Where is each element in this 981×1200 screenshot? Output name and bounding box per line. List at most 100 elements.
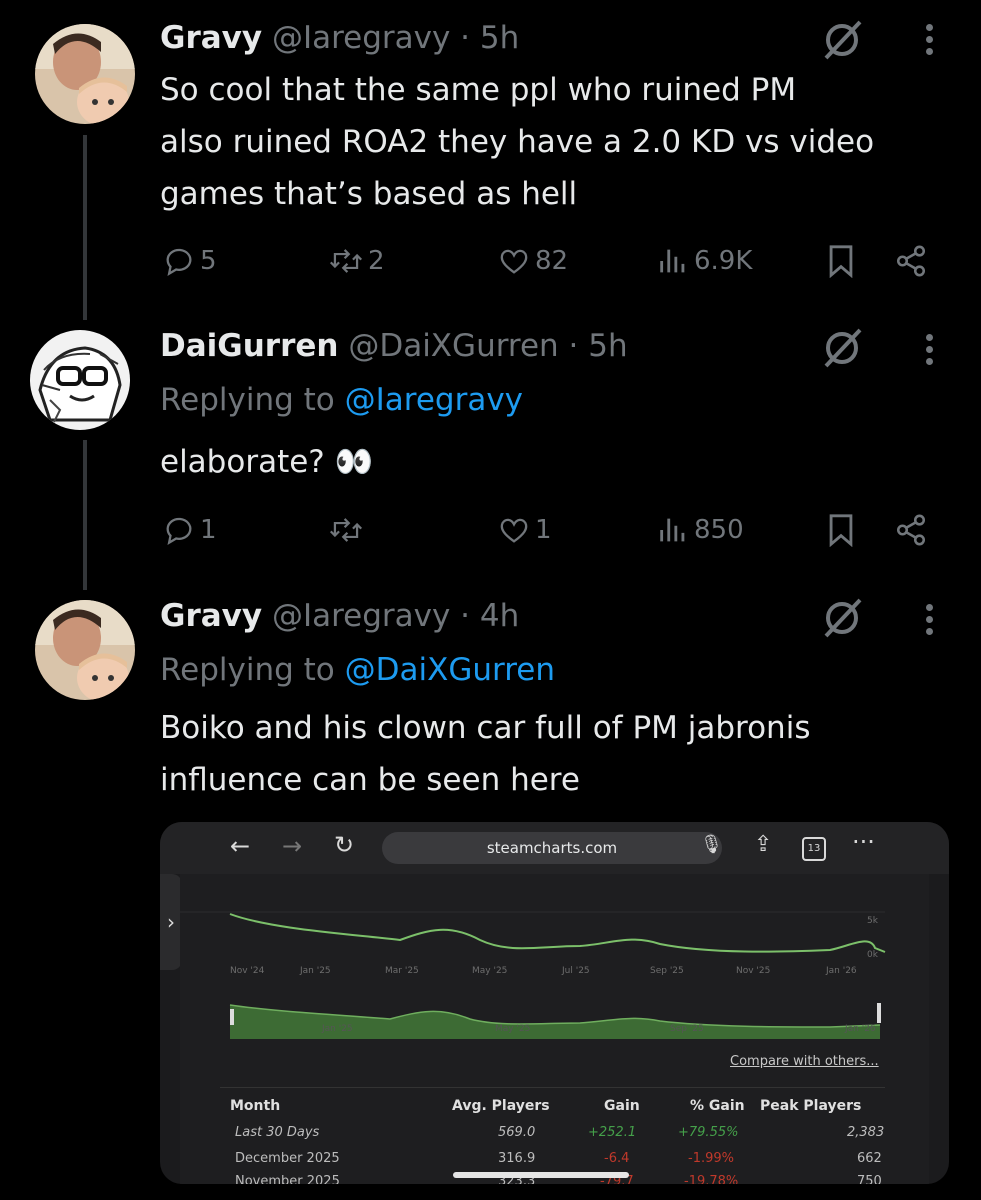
tweet-text-line: influence can be seen here — [160, 762, 580, 798]
thread-line — [83, 440, 87, 590]
like-count: 1 — [535, 515, 552, 545]
cell-pct-gain: -19.78% — [684, 1174, 739, 1184]
attached-image[interactable]: ← → ↻ steamcharts.com 🎙 ⇪ 13 ··· › 5k 0k… — [160, 822, 949, 1184]
grok-icon[interactable] — [820, 326, 864, 370]
avatar-gravy[interactable] — [35, 600, 135, 700]
tweet-text: elaborate? 👀 — [160, 444, 374, 480]
share-icon[interactable] — [893, 244, 929, 278]
retweet-icon — [329, 518, 363, 542]
back-arrow-icon: ← — [230, 832, 251, 860]
views-button[interactable]: 6.9K — [656, 244, 752, 278]
compare-link[interactable]: Compare with others... — [730, 1054, 879, 1069]
reply-icon — [166, 517, 192, 546]
cell-pct-gain: +79.55% — [678, 1125, 739, 1140]
navigator-chart — [229, 1003, 881, 1039]
views-icon — [660, 249, 685, 273]
y-tick-label: 0k — [867, 950, 878, 960]
table-divider — [220, 1087, 885, 1088]
view-count: 850 — [694, 515, 744, 545]
reload-icon: ↻ — [334, 831, 355, 859]
display-name[interactable]: Gravy — [160, 598, 262, 634]
handle-time[interactable]: @DaiXGurren · 5h — [348, 328, 627, 364]
navigator-label: Jan '25 — [322, 1024, 353, 1034]
tab-count-badge: 13 — [802, 837, 826, 861]
replying-to: Replying to @DaiXGurren — [160, 652, 555, 688]
replying-to-label: Replying to — [160, 382, 345, 418]
avatar-gravy[interactable] — [35, 24, 135, 124]
cell-gain: +252.1 — [588, 1125, 637, 1140]
display-name[interactable]: Gravy — [160, 20, 262, 56]
microphone-icon: 🎙 — [700, 834, 723, 855]
navigator-label: Sep '25 — [670, 1024, 704, 1034]
sidebar-toggle: › — [160, 874, 182, 970]
tab-count: 13 — [807, 843, 821, 854]
tweet-text-line: also ruined ROA2 they have a 2.0 KD vs v… — [160, 124, 875, 160]
tweet-text-line: Boiko and his clown car full of PM jabro… — [160, 710, 811, 746]
retweet-button[interactable] — [328, 513, 368, 547]
header-peak-players: Peak Players — [760, 1098, 862, 1114]
reply-button[interactable]: 5 — [162, 244, 217, 278]
cell-avg: 569.0 — [498, 1125, 536, 1140]
x-tick-label: May '25 — [472, 966, 508, 976]
view-count: 6.9K — [694, 246, 753, 276]
cell-pct-gain: -1.99% — [688, 1151, 734, 1166]
retweet-button[interactable]: 2 — [328, 244, 385, 278]
mention-link[interactable]: @DaiXGurren — [345, 652, 555, 688]
x-tick-label: Jan '26 — [826, 966, 857, 976]
share-page-icon: ⇪ — [754, 832, 773, 857]
replying-to: Replying to @Iaregravy — [160, 382, 523, 418]
y-tick-label: 5k — [867, 916, 878, 926]
views-icon — [660, 518, 685, 542]
grok-icon[interactable] — [820, 18, 864, 62]
cell-peak: 662 — [857, 1151, 882, 1166]
x-tick-label: Jul '25 — [562, 966, 590, 976]
cell-peak: 2,383 — [847, 1125, 885, 1140]
tweet-text-line: games that’s based as hell — [160, 176, 578, 212]
browser-toolbar: ← → ↻ steamcharts.com 🎙 ⇪ 13 ··· — [160, 822, 949, 874]
reply-button[interactable]: 1 — [162, 513, 217, 547]
home-indicator — [453, 1172, 629, 1178]
cell-peak: 750 — [857, 1174, 882, 1184]
like-count: 82 — [535, 246, 569, 276]
cell-gain: -6.4 — [604, 1151, 630, 1166]
more-options-icon[interactable] — [926, 334, 936, 370]
x-tick-label: Jan '25 — [300, 966, 331, 976]
bookmark-icon[interactable] — [826, 244, 856, 278]
tweet-text: Boiko and his clown car full of PM jabro… — [160, 702, 960, 806]
handle-time[interactable]: @Iaregravy · 5h — [272, 20, 519, 56]
header-pct-gain: % Gain — [690, 1098, 745, 1114]
views-button[interactable]: 850 — [656, 513, 744, 547]
tweet-header: DaiGurren @DaiXGurren · 5h — [160, 328, 628, 364]
navigator-label: Jan '26 — [845, 1024, 876, 1034]
tweet-header: Gravy @Iaregravy · 5h — [160, 20, 519, 56]
menu-dots-icon: ··· — [852, 828, 875, 856]
more-options-icon[interactable] — [926, 604, 936, 640]
heart-icon — [500, 249, 528, 274]
cell-month: November 2025 — [235, 1174, 340, 1184]
header-month: Month — [230, 1098, 281, 1114]
retweet-count: 2 — [368, 246, 385, 276]
more-options-icon[interactable] — [926, 24, 936, 60]
x-tick-label: Nov '25 — [736, 966, 771, 976]
mention-link[interactable]: @Iaregravy — [345, 382, 523, 418]
address-bar: steamcharts.com — [382, 832, 722, 864]
handle-time[interactable]: @Iaregravy · 4h — [272, 598, 519, 634]
header-gain: Gain — [604, 1098, 640, 1114]
like-button[interactable]: 1 — [497, 513, 552, 547]
retweet-icon — [329, 249, 363, 273]
header-avg-players: Avg. Players — [452, 1098, 550, 1114]
cell-month: December 2025 — [235, 1151, 340, 1166]
like-button[interactable]: 82 — [497, 244, 568, 278]
avatar-daigurren[interactable] — [30, 330, 130, 430]
tweet-text: So cool that the same ppl who ruined PM … — [160, 64, 960, 220]
navigator-label: May '25 — [495, 1024, 531, 1034]
display-name[interactable]: DaiGurren — [160, 328, 338, 364]
steam-chart: 5k 0k Nov '24 Jan '25 Mar '25 May '25 Ju… — [180, 874, 929, 1184]
reply-icon — [166, 248, 192, 277]
player-line — [229, 913, 886, 953]
share-icon[interactable] — [893, 513, 929, 547]
reply-count: 5 — [200, 246, 217, 276]
reply-count: 1 — [200, 515, 217, 545]
grok-icon[interactable] — [820, 596, 864, 640]
bookmark-icon[interactable] — [826, 513, 856, 547]
